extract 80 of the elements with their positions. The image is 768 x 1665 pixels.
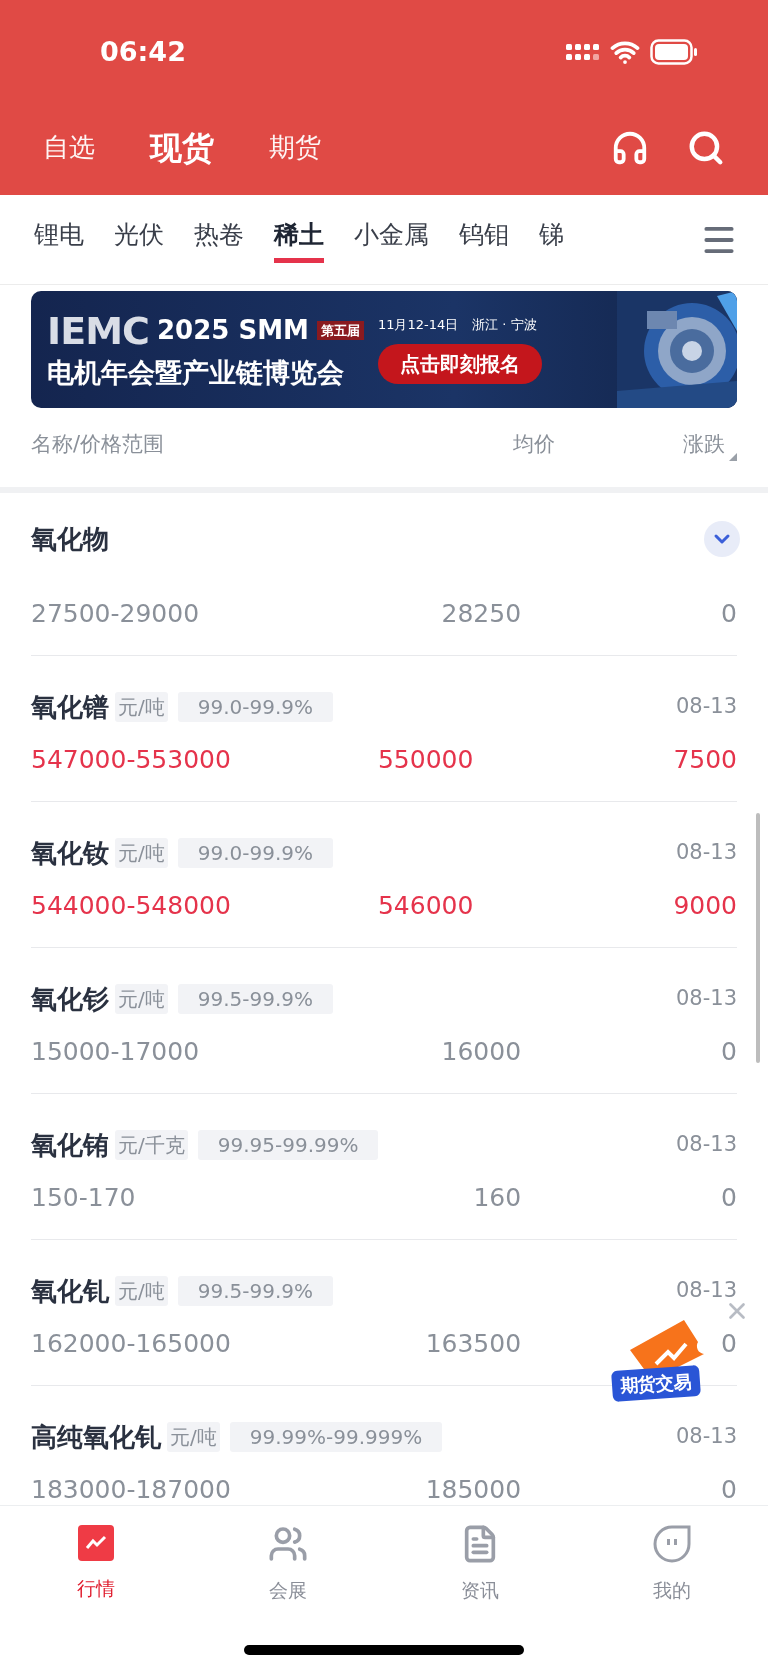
price-date: 08-13 — [675, 839, 737, 867]
purity-tag: 99.5-99.9% — [177, 1276, 334, 1306]
header-tab[interactable]: 现货 — [150, 123, 214, 172]
price-date: 08-13 — [675, 1277, 737, 1305]
product-name: 氧化钕 — [31, 836, 109, 870]
signal-icon — [566, 41, 600, 63]
unit-tag: 元/吨 — [115, 692, 168, 722]
price-change: 0 — [721, 1036, 737, 1069]
floating-ad-button[interactable]: 期货交易 — [612, 1320, 717, 1410]
price-change: 9000 — [673, 890, 737, 923]
header-tab[interactable]: 期货 — [269, 128, 321, 167]
unit-tag: 元/吨 — [115, 1276, 168, 1306]
average-price: 185000 — [424, 1474, 522, 1505]
category-tab[interactable]: 钨钼 — [459, 216, 509, 263]
price-change: 0 — [721, 598, 737, 631]
price-date: 08-13 — [675, 1423, 737, 1451]
product-name: 氧化钐 — [31, 982, 109, 1016]
category-tab[interactable]: 热卷 — [194, 216, 244, 263]
unit-tag: 元/吨 — [115, 838, 168, 868]
price-range: 15000-17000 — [31, 1036, 201, 1069]
banner-title: 2025 SMM — [157, 314, 309, 347]
category-tab[interactable]: 小金属 — [354, 216, 429, 263]
banner-logo: IEMC — [47, 310, 149, 351]
average-price: 28250 — [440, 598, 522, 631]
average-price: 163500 — [424, 1328, 522, 1361]
price-date: 08-13 — [675, 693, 737, 721]
expand-toggle[interactable] — [704, 521, 740, 557]
purity-tag: 99.99%-99.999% — [229, 1422, 443, 1452]
price-range: 150-170 — [31, 1182, 137, 1215]
product-name: 高纯氧化钆 — [31, 1420, 161, 1454]
banner-date: 11月12-14日 — [377, 315, 459, 334]
price-change: 0 — [721, 1328, 737, 1361]
column-header[interactable]: 涨跌 — [683, 429, 725, 461]
price-range: 27500-29000 — [31, 598, 201, 631]
banner-location: 浙江 · 宁波 — [472, 315, 537, 334]
nav-tab[interactable]: 我的 — [576, 1524, 768, 1605]
users-icon — [268, 1524, 308, 1564]
category-tab[interactable]: 稀土 — [274, 216, 324, 263]
purity-tag: 99.95-99.99% — [197, 1130, 379, 1160]
nav-tab[interactable]: 会展 — [192, 1524, 384, 1605]
unit-tag: 元/吨 — [167, 1422, 220, 1452]
unit-tag: 元/吨 — [115, 984, 168, 1014]
status-time: 06:42 — [100, 34, 186, 69]
sort-icon[interactable] — [729, 452, 737, 461]
battery-icon — [650, 39, 698, 65]
banner-cta[interactable]: 点击即刻报名 — [377, 344, 542, 385]
price-change: 0 — [721, 1182, 737, 1215]
nav-tab[interactable]: 行情 — [0, 1524, 192, 1605]
category-tab[interactable]: 光伏 — [114, 216, 164, 263]
average-price: 160 — [472, 1182, 522, 1215]
column-header: 均价 — [513, 431, 556, 459]
price-range: 183000-187000 — [31, 1474, 232, 1505]
product-name: 氧化铕 — [31, 1128, 109, 1162]
chat-bubble-icon — [652, 1524, 692, 1564]
section-title: 氧化物 — [31, 522, 109, 556]
category-tab[interactable]: 锑 — [539, 216, 564, 263]
banner-edition: 第五届 — [316, 320, 364, 341]
event-banner[interactable]: IEMC 2025 SMM 第五届 电机年会暨产业链博览会 11月12-14日 浙江 · 宁波 点击即刻报名 — [31, 291, 737, 408]
banner-subtitle: 电机年会暨产业链博览会 — [47, 356, 345, 389]
price-range: 162000-165000 — [31, 1328, 232, 1361]
column-header: 名称/价格范围 — [31, 431, 166, 459]
header-tab[interactable]: 自选 — [43, 128, 95, 167]
product-name: 氧化镨 — [31, 690, 109, 724]
average-price: 16000 — [440, 1036, 522, 1069]
purity-tag: 99.0-99.9% — [177, 692, 334, 722]
unit-tag: 元/千克 — [115, 1130, 188, 1160]
price-date: 08-13 — [675, 1131, 737, 1159]
product-name: 氧化钆 — [31, 1274, 109, 1308]
purity-tag: 99.5-99.9% — [177, 984, 334, 1014]
average-price: 546000 — [376, 890, 474, 923]
price-change: 0 — [721, 1474, 737, 1505]
average-price: 550000 — [376, 744, 474, 777]
chart-trend-icon — [77, 1524, 115, 1562]
price-change: 7500 — [673, 744, 737, 777]
nav-tab[interactable]: 资讯 — [384, 1524, 576, 1605]
category-tab[interactable]: 锂电 — [34, 216, 84, 263]
price-range: 547000-553000 — [31, 744, 232, 777]
price-range: 544000-548000 — [31, 890, 232, 923]
price-date: 08-13 — [675, 985, 737, 1013]
purity-tag: 99.0-99.9% — [177, 838, 334, 868]
